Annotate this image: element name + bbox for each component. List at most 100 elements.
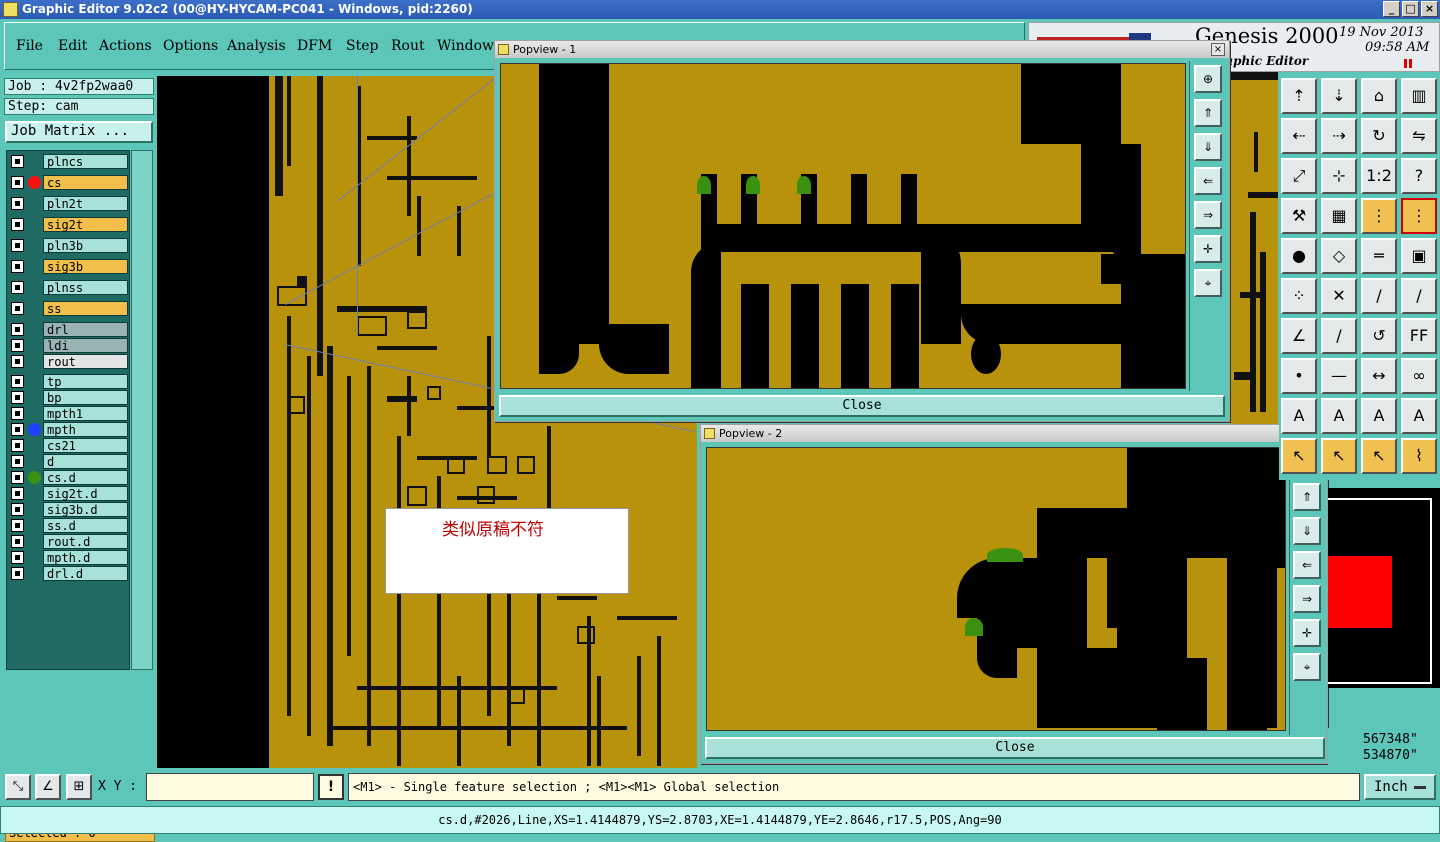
layer-row-rout-d[interactable]: rout.d: [9, 534, 128, 549]
shape-icon[interactable]: ◇: [1321, 238, 1357, 274]
zoom-window-icon[interactable]: ⤡: [5, 774, 31, 800]
layer-checkbox[interactable]: [11, 487, 24, 500]
snap-icon[interactable]: ▣: [1401, 238, 1437, 274]
net-icon[interactable]: ⁘: [1281, 278, 1317, 314]
point-icon[interactable]: •: [1281, 358, 1317, 394]
layers-icon[interactable]: ⋮: [1361, 198, 1397, 234]
layer-checkbox[interactable]: [11, 503, 24, 516]
layer-row-cs-d[interactable]: cs.d: [9, 470, 128, 485]
line2-icon[interactable]: /: [1401, 278, 1437, 314]
menu-actions[interactable]: Actions: [99, 38, 152, 54]
mirror-icon[interactable]: ⇋: [1401, 118, 1437, 154]
layer-row-cs[interactable]: cs: [9, 175, 128, 190]
layer-checkbox[interactable]: [11, 471, 24, 484]
warning-icon[interactable]: !: [318, 774, 344, 800]
snap-grid-icon[interactable]: ⊞: [66, 774, 92, 800]
layer-checkbox[interactable]: [11, 407, 24, 420]
layer-row-drl[interactable]: drl: [9, 322, 128, 337]
layer-row-ldi[interactable]: ldi: [9, 338, 128, 353]
layer-row-mpth1[interactable]: mpth1: [9, 406, 128, 421]
menu-analysis[interactable]: Analysis: [227, 38, 286, 54]
layer-checkbox[interactable]: [11, 567, 24, 580]
layer-row-pln2t[interactable]: pln2t: [9, 196, 128, 211]
layer-checkbox[interactable]: [11, 535, 24, 548]
menu-options[interactable]: Options: [163, 38, 218, 54]
pan-right-icon[interactable]: ⇢: [1321, 118, 1357, 154]
measure-icon[interactable]: ↔: [1361, 358, 1397, 394]
layer-checkbox[interactable]: [11, 519, 24, 532]
popview-1-view[interactable]: [500, 63, 1186, 389]
slash-icon[interactable]: /: [1321, 318, 1357, 354]
arch2-icon[interactable]: A: [1361, 398, 1397, 434]
zoom-left-icon[interactable]: ⇐: [1293, 551, 1321, 579]
menu-step[interactable]: Step: [346, 38, 378, 54]
layer-row-sig3b[interactable]: sig3b: [9, 259, 128, 274]
popview-1-close-button[interactable]: Close: [499, 395, 1225, 417]
popview-2-close-button[interactable]: Close: [705, 737, 1325, 759]
open-step-icon[interactable]: ⇡: [1281, 78, 1317, 114]
layer-row-sig3b-d[interactable]: sig3b.d: [9, 502, 128, 517]
zoom-home-icon[interactable]: ⌖: [1293, 653, 1321, 681]
network-icon[interactable]: ⌇: [1401, 438, 1437, 474]
layer-checkbox[interactable]: [11, 218, 24, 231]
pan-left-icon[interactable]: ⇠: [1281, 118, 1317, 154]
grid-icon[interactable]: ▦: [1321, 198, 1357, 234]
menu-edit[interactable]: Edit: [58, 38, 87, 54]
layers-red-icon[interactable]: ⋮: [1401, 198, 1437, 234]
xy-input[interactable]: [146, 773, 314, 801]
rotate-icon[interactable]: ↻: [1361, 118, 1397, 154]
cross-icon[interactable]: ✕: [1321, 278, 1357, 314]
layer-row-cs21[interactable]: cs21: [9, 438, 128, 453]
layer-row-sig2t[interactable]: sig2t: [9, 217, 128, 232]
zoom-right-icon[interactable]: ⇒: [1194, 201, 1222, 229]
layer-checkbox[interactable]: [11, 302, 24, 315]
text-icon[interactable]: FF: [1401, 318, 1437, 354]
cursor2-icon[interactable]: ↖: [1321, 438, 1357, 474]
cursor-icon[interactable]: ↖: [1281, 438, 1317, 474]
layer-row-bp[interactable]: bp: [9, 390, 128, 405]
layer-row-ss[interactable]: ss: [9, 301, 128, 316]
layer-checkbox[interactable]: [11, 155, 24, 168]
fit-icon[interactable]: ⤢: [1281, 158, 1317, 194]
minimize-button[interactable]: _: [1383, 1, 1400, 17]
layer-row-pln3b[interactable]: pln3b: [9, 238, 128, 253]
layer-row-drl-d[interactable]: drl.d: [9, 566, 128, 581]
layer-checkbox[interactable]: [11, 551, 24, 564]
center-icon[interactable]: ⊹: [1321, 158, 1357, 194]
triangle-icon[interactable]: A: [1281, 398, 1317, 434]
job-matrix-button[interactable]: Job Matrix ...: [5, 121, 153, 143]
layer-checkbox[interactable]: [11, 197, 24, 210]
layer-checkbox[interactable]: [11, 423, 24, 436]
ruler-icon[interactable]: ═: [1361, 238, 1397, 274]
menu-rout[interactable]: Rout: [391, 38, 425, 54]
zoom-down-icon[interactable]: ⇓: [1293, 517, 1321, 545]
window-split-icon[interactable]: ▥: [1401, 78, 1437, 114]
layer-row-plncs[interactable]: plncs: [9, 154, 128, 169]
unit-select[interactable]: Inch: [1364, 774, 1436, 800]
zoom-fit-icon[interactable]: ✛: [1293, 619, 1321, 647]
angle-icon[interactable]: ∠: [1281, 318, 1317, 354]
layer-list-scrollbar[interactable]: [131, 150, 153, 670]
zoom-fit-icon[interactable]: ✛: [1194, 235, 1222, 263]
arch3-icon[interactable]: A: [1401, 398, 1437, 434]
menu-dfm[interactable]: DFM: [297, 38, 332, 54]
layer-checkbox[interactable]: [11, 281, 24, 294]
menu-file[interactable]: File: [16, 38, 43, 54]
zoom-down-icon[interactable]: ⇓: [1194, 133, 1222, 161]
arch-icon[interactable]: A: [1321, 398, 1357, 434]
layer-row-mpth[interactable]: mpth: [9, 422, 128, 437]
measure-icon[interactable]: ∠: [35, 774, 61, 800]
zoom-right-icon[interactable]: ⇒: [1293, 585, 1321, 613]
layer-row-tp[interactable]: tp: [9, 374, 128, 389]
layer-checkbox[interactable]: [11, 176, 24, 189]
layer-checkbox[interactable]: [11, 260, 24, 273]
layer-checkbox[interactable]: [11, 239, 24, 252]
layer-row-plnss[interactable]: plnss: [9, 280, 128, 295]
help-icon[interactable]: ?: [1401, 158, 1437, 194]
layer-row-rout[interactable]: rout: [9, 354, 128, 369]
layer-checkbox[interactable]: [11, 455, 24, 468]
menu-windows[interactable]: Windows: [437, 38, 501, 54]
layer-checkbox[interactable]: [11, 323, 24, 336]
pause-icon[interactable]: [1404, 59, 1412, 68]
cursor3-icon[interactable]: ↖: [1361, 438, 1397, 474]
